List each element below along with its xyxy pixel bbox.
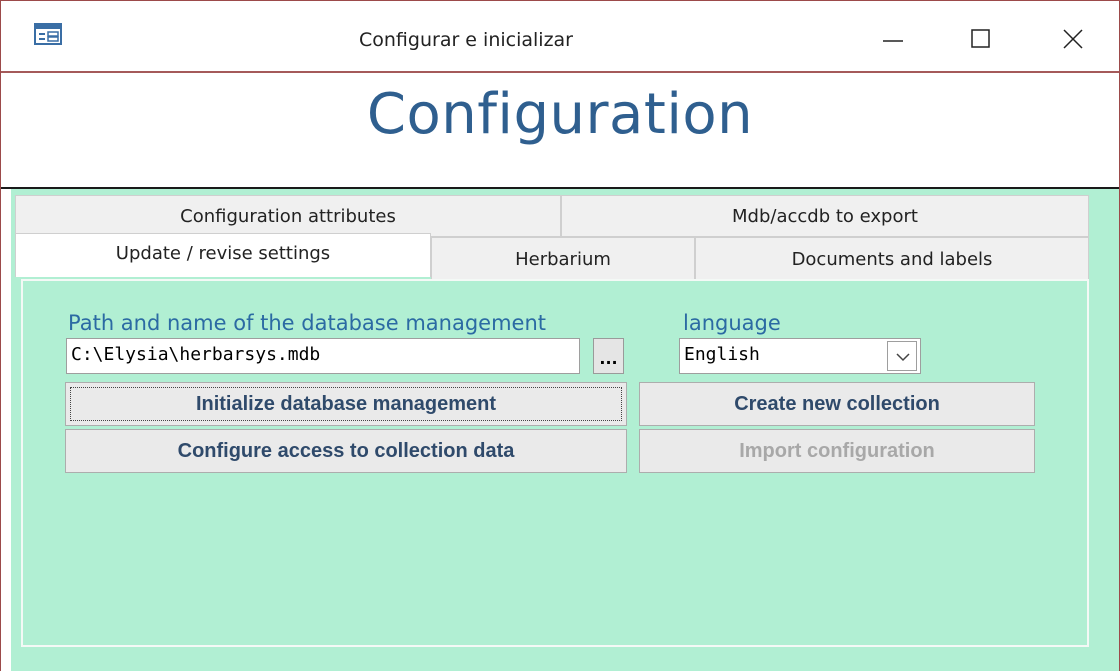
title-bar[interactable]: Configurar e inicializar <box>1 1 1119 71</box>
window-title: Configurar e inicializar <box>359 29 573 51</box>
minimize-button[interactable] <box>865 19 921 59</box>
import-configuration-button: Import configuration <box>639 429 1035 473</box>
button-label: Import configuration <box>739 440 935 462</box>
access-form-window: Configurar e inicializar Configuration C… <box>0 0 1120 671</box>
tab-configuration-attributes[interactable]: Configuration attributes <box>15 195 561 237</box>
form-heading: Configuration <box>366 82 754 147</box>
database-path-field[interactable]: C:\Elysia\herbarsys.mdb <box>66 338 580 374</box>
tab-label: Documents and labels <box>791 249 993 270</box>
tab-update-revise-settings[interactable]: Update / revise settings <box>15 233 431 277</box>
form-header: Configuration <box>1 73 1119 187</box>
close-button[interactable] <box>1045 19 1101 59</box>
browse-button[interactable]: ... <box>593 338 624 374</box>
chevron-down-icon <box>896 353 910 362</box>
tab-mdb-accdb-export[interactable]: Mdb/accdb to export <box>561 195 1089 237</box>
close-icon <box>1063 29 1083 49</box>
language-value: English <box>684 344 760 365</box>
language-label: language <box>683 311 781 335</box>
tab-documents-labels[interactable]: Documents and labels <box>695 237 1089 280</box>
tab-label: Mdb/accdb to export <box>732 206 918 227</box>
form-footer <box>11 649 1119 671</box>
tab-label: Update / revise settings <box>115 243 331 264</box>
tab-herbarium[interactable]: Herbarium <box>431 237 695 280</box>
tab-label: Configuration attributes <box>180 206 396 227</box>
button-label: Create new collection <box>734 393 940 415</box>
tab-label: Herbarium <box>515 249 611 270</box>
maximize-button[interactable] <box>953 19 1009 59</box>
path-label: Path and name of the database management <box>68 311 546 335</box>
button-label: Initialize database management <box>195 393 497 415</box>
initialize-database-button[interactable]: Initialize database management <box>65 382 627 426</box>
button-label: Configure access to collection data <box>177 440 515 462</box>
configure-access-button[interactable]: Configure access to collection data <box>65 429 627 473</box>
language-select[interactable]: English <box>679 338 921 374</box>
language-dropdown-button[interactable] <box>887 341 917 371</box>
minimize-icon <box>883 40 903 42</box>
create-new-collection-button[interactable]: Create new collection <box>639 382 1035 426</box>
maximize-icon <box>971 29 990 48</box>
